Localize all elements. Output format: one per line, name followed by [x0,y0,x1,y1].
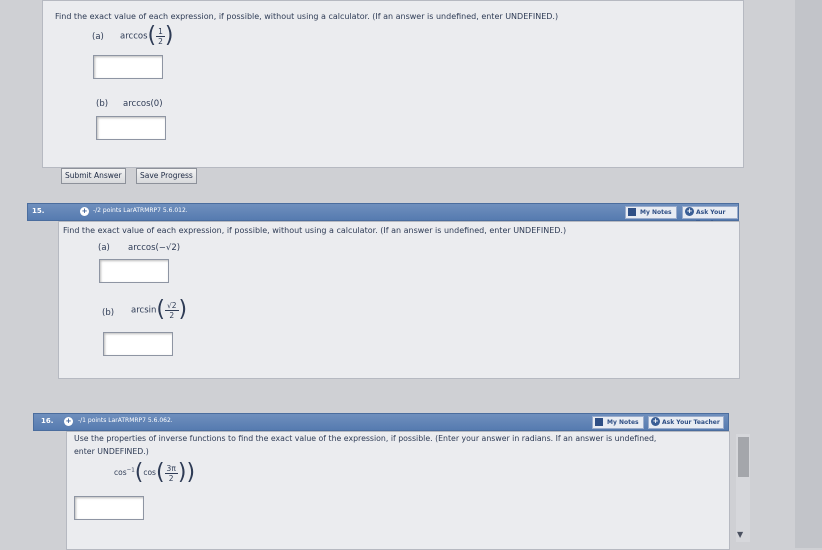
q15-part-b-answer-input[interactable] [103,332,173,356]
q15-part-b-expression: arcsin(√2 2) [131,297,188,322]
q15-part-a-expression: arccos(−√2) [128,243,181,253]
q15-part-a-label: (a) [98,243,110,253]
q14-part-a-denominator: 2 [158,36,163,46]
q14-instruction: Find the exact value of each expression,… [55,12,559,21]
q14-part-a-label: (a) [92,32,104,42]
right-shadow-area [795,0,822,548]
q15-part-b-func: arcsin [131,305,157,316]
q16-points: -/1 points LarATRMRP7 5.6.062. [78,417,173,424]
q16-expand-icon[interactable]: + [64,417,73,426]
q14-part-b-answer-input[interactable] [96,116,166,140]
q16-inner-func: cos [143,468,156,477]
q15-points: -/2 points LarATRMRP7 5.6.012. [93,207,188,214]
q15-part-b-numerator: √2 [164,300,179,311]
q14-part-a-answer-input[interactable] [93,55,163,79]
q14-part-b-expression: arccos(0) [123,99,163,109]
q14-part-b-label: (b) [96,99,109,109]
q16-scrollbar-thumb[interactable] [738,437,749,477]
q14-part-a-numerator: 1 [156,26,165,37]
q16-ask-teacher-button[interactable]: Ask Your Teacher [648,416,724,429]
q16-inverse-exponent: −1 [126,467,135,474]
submit-answer-button[interactable]: Submit Answer [61,168,126,184]
q15-part-b-denominator: 2 [169,310,175,320]
q16-instruction-line-2: enter UNDEFINED.) [74,447,149,456]
q16-outer-func: cos [114,468,127,477]
scroll-down-arrow-icon[interactable]: ▼ [737,530,743,539]
q16-instruction-line-1: Use the properties of inverse functions … [74,434,657,443]
q16-my-notes-button[interactable]: My Notes [592,416,644,429]
q16-denominator: 2 [168,473,174,483]
question-16-panel [66,431,730,550]
q15-part-a-answer-input[interactable] [99,259,169,283]
q15-instruction: Find the exact value of each expression,… [63,226,567,235]
q16-answer-input[interactable] [74,496,144,520]
q15-expand-icon[interactable]: + [80,207,89,216]
question-16-header: 16. + -/1 points LarATRMRP7 5.6.062. My … [33,413,729,431]
q15-part-b-label: (b) [102,308,115,318]
q16-numerator: 3π [164,463,178,474]
q15-ask-teacher-button[interactable]: Ask Your Teacher [682,206,738,227]
q16-expression: cos−1(cos(3π 2)) [114,460,196,485]
q15-my-notes-button[interactable]: My Notes [625,206,677,219]
q14-part-a-expression: arccos(1 2) [120,23,174,48]
q15-number: 15. [32,207,45,215]
q16-number: 16. [41,417,54,425]
q14-part-a-func: arccos [120,31,148,42]
question-15-header: 15. + -/2 points LarATRMRP7 5.6.012. My … [27,203,739,227]
save-progress-button[interactable]: Save Progress [136,168,197,184]
